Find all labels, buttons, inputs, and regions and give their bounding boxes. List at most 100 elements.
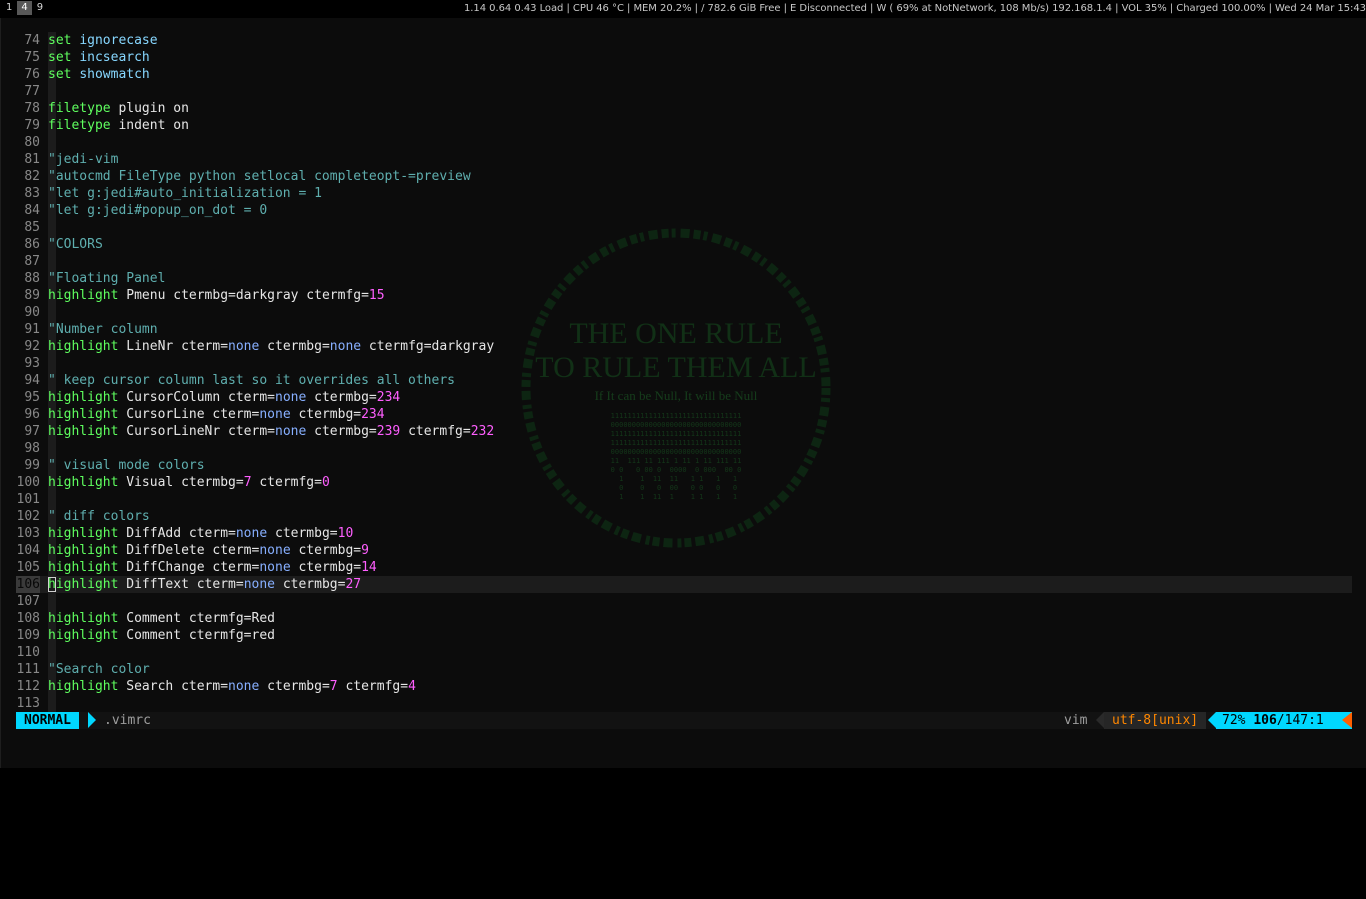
editor-line[interactable]: 100 highlight Visual ctermbg=7 ctermfg=0: [16, 474, 1352, 491]
editor-line[interactable]: 89 highlight Pmenu ctermbg=darkgray cterm…: [16, 287, 1352, 304]
code-token-num: 9: [361, 543, 369, 558]
editor-line[interactable]: 105 highlight DiffChange cterm=none cterm…: [16, 559, 1352, 576]
editor-line[interactable]: 75 set incsearch: [16, 49, 1352, 66]
file-name: .vimrc: [104, 713, 151, 728]
editor-line[interactable]: 74 set ignorecase: [16, 32, 1352, 49]
editor-line[interactable]: 107: [16, 593, 1352, 610]
warning-indicator-arrow: [1338, 712, 1352, 729]
code-token-none: none: [259, 560, 291, 575]
editor-line[interactable]: 80: [16, 134, 1352, 151]
code-token-cmd: highlight: [48, 560, 119, 575]
editor-line[interactable]: 86 "COLORS: [16, 236, 1352, 253]
editor-line[interactable]: 97 highlight CursorLineNr cterm=none cter…: [16, 423, 1352, 440]
editor-line[interactable]: 110: [16, 644, 1352, 661]
code-token-num: 239: [376, 424, 401, 439]
code-token-plain: ctermfg=darkgray: [361, 339, 495, 354]
editor-line[interactable]: 104 highlight DiffDelete cterm=none cterm…: [16, 542, 1352, 559]
code-token-kw: ignorecase: [79, 33, 158, 48]
editor-line[interactable]: 99 " visual mode colors: [16, 457, 1352, 474]
code-token-plain: Comment ctermfg=red: [118, 628, 275, 643]
editor-line-current[interactable]: 106 highlight DiffText cterm=none ctermbg…: [16, 576, 1352, 593]
line-number: 97: [24, 424, 40, 439]
editor-line[interactable]: 102 " diff colors: [16, 508, 1352, 525]
mode-separator-arrow: [88, 712, 96, 728]
file-encoding: utf-8[unix]: [1104, 712, 1207, 729]
editor-line[interactable]: 94 " keep cursor column last so it overri…: [16, 372, 1352, 389]
code-token-cmd: highlight: [48, 543, 119, 558]
code-token-num: 234: [361, 407, 385, 422]
editor-line[interactable]: 88 "Floating Panel: [16, 270, 1352, 287]
editor-line[interactable]: 84 "let g:jedi#popup_on_dot = 0: [16, 202, 1352, 219]
workspace-9[interactable]: 9: [33, 1, 47, 15]
code-token-cmd: highlight: [48, 611, 119, 626]
vim-editor[interactable]: 74 set ignorecase 75 set incsearch 76 set sho…: [16, 32, 1352, 727]
code-token-plain: ctermbg=: [267, 526, 338, 541]
editor-line[interactable]: 103 highlight DiffAdd cterm=none ctermbg=…: [16, 525, 1352, 542]
line-number: 83: [24, 186, 40, 201]
editor-line[interactable]: 109 highlight Comment ctermfg=red: [16, 627, 1352, 644]
code-token-cmt: " keep cursor column last so it override…: [48, 373, 455, 388]
code-token-plain: plugin on: [110, 101, 189, 116]
code-token-cmd: set: [48, 33, 72, 48]
editor-line[interactable]: 96 highlight CursorLine cterm=none ctermb…: [16, 406, 1352, 423]
code-token-cmd: filetype: [48, 101, 111, 116]
editor-line[interactable]: 101: [16, 491, 1352, 508]
editor-line[interactable]: 108 highlight Comment ctermfg=Red: [16, 610, 1352, 627]
file-type: vim: [1064, 713, 1088, 728]
code-token-num: 10: [337, 526, 354, 541]
editor-line[interactable]: 78 filetype plugin on: [16, 100, 1352, 117]
editor-line[interactable]: 76 set showmatch: [16, 66, 1352, 83]
code-token-none: none: [329, 339, 362, 354]
editor-line[interactable]: 91 "Number column: [16, 321, 1352, 338]
cursor-position: 72% 106/147:1: [1216, 712, 1338, 729]
editor-line[interactable]: 83 "let g:jedi#auto_initialization = 1: [16, 185, 1352, 202]
line-number: 109: [16, 628, 40, 643]
editor-line[interactable]: 95 highlight CursorColumn cterm=none cter…: [16, 389, 1352, 406]
line-number: 101: [16, 492, 40, 507]
editor-line[interactable]: 98: [16, 440, 1352, 457]
code-token-plain: DiffText cterm=: [118, 577, 244, 592]
line-number: 85: [24, 220, 40, 235]
code-token-none: none: [275, 390, 307, 405]
editor-line[interactable]: 93: [16, 355, 1352, 372]
line-number: 80: [24, 135, 40, 150]
editor-line[interactable]: 92 highlight LineNr cterm=none ctermbg=no…: [16, 338, 1352, 355]
editor-line[interactable]: 77: [16, 83, 1352, 100]
scroll-percent: 72%: [1222, 713, 1246, 728]
editor-line[interactable]: 81 "jedi-vim: [16, 151, 1352, 168]
editor-line[interactable]: 79 filetype indent on: [16, 117, 1352, 134]
line-number: 75: [24, 50, 40, 65]
editor-line[interactable]: 87: [16, 253, 1352, 270]
code-token-num: 4: [408, 679, 416, 694]
workspace-1[interactable]: 1: [2, 1, 16, 15]
editor-line[interactable]: 85: [16, 219, 1352, 236]
line-number: 86: [24, 237, 40, 252]
terminal-window[interactable]: THE ONE RULE TO RULE THEM ALL If It can …: [0, 18, 1366, 768]
code-token-plain: DiffChange cterm=: [118, 560, 260, 575]
line-number: 76: [24, 67, 40, 82]
code-token-plain: ctermbg=: [306, 424, 377, 439]
line-number: 99: [24, 458, 40, 473]
line-number: 108: [16, 611, 40, 626]
editor-line[interactable]: 82 "autocmd FileType python setlocal comp…: [16, 168, 1352, 185]
workspace-4[interactable]: 4: [17, 1, 32, 15]
line-number: 102: [16, 509, 40, 524]
editor-line[interactable]: 112 highlight Search cterm=none ctermbg=7…: [16, 678, 1352, 695]
line-number: 89: [24, 288, 40, 303]
line-number: 88: [24, 271, 40, 286]
editor-line[interactable]: 90: [16, 304, 1352, 321]
line-number: 84: [24, 203, 40, 218]
line-number: 81: [24, 152, 40, 167]
code-token-none: none: [275, 424, 307, 439]
line-number: 90: [24, 305, 40, 320]
code-token-cmt: "Floating Panel: [48, 271, 166, 286]
code-token-none: none: [259, 407, 291, 422]
code-token-plain: Comment ctermfg=Red: [118, 611, 275, 626]
editor-line[interactable]: 111 "Search color: [16, 661, 1352, 678]
editor-line[interactable]: 113: [16, 695, 1352, 712]
code-token-none: none: [228, 679, 260, 694]
code-token-cmt: "COLORS: [48, 237, 103, 252]
code-token-kw: showmatch: [79, 67, 150, 82]
code-token-plain: ctermfg=: [337, 679, 409, 694]
line-number: 82: [24, 169, 40, 184]
